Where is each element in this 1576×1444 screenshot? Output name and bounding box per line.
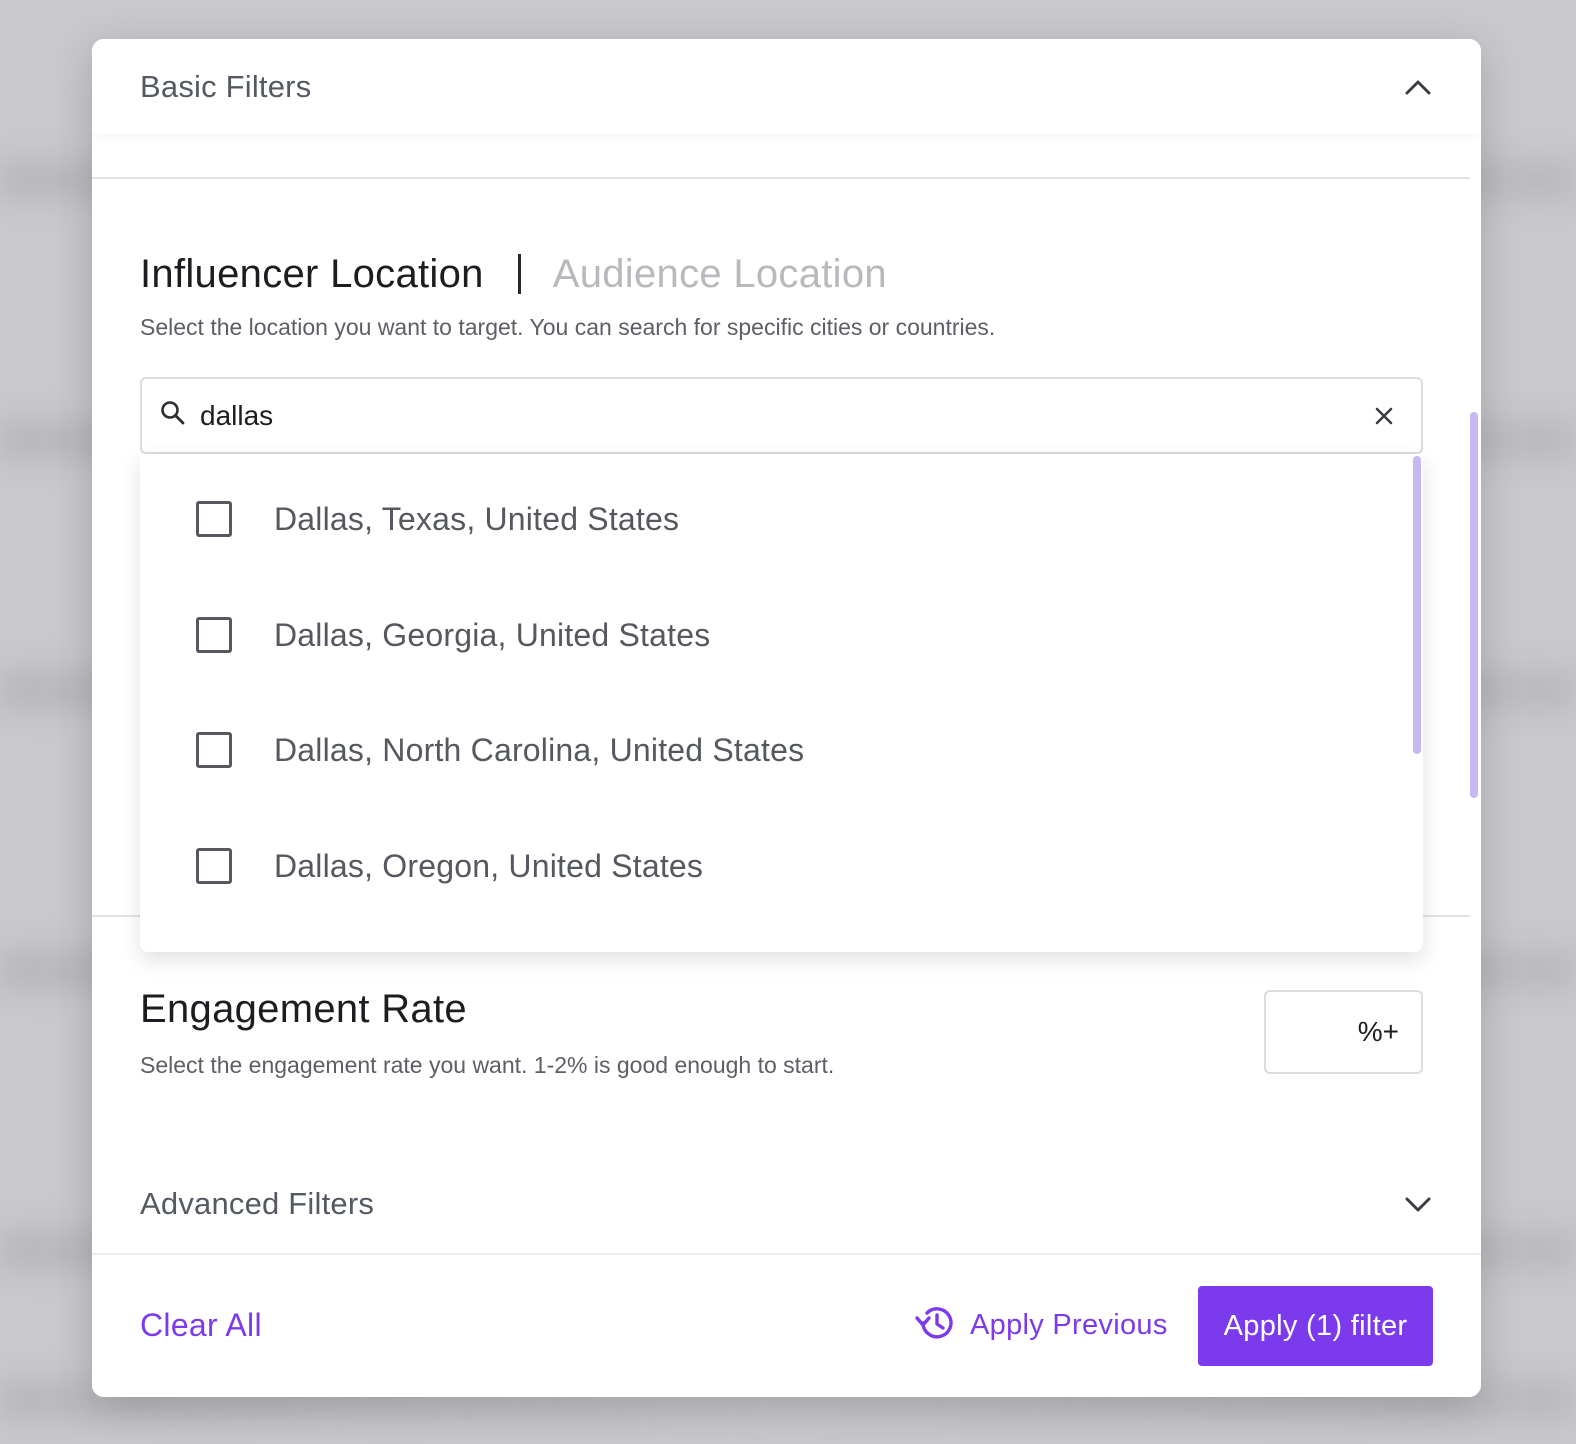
location-option-label: Dallas, North Carolina, United States [274,731,805,768]
basic-filters-header[interactable]: Basic Filters [92,39,1481,134]
filters-modal: Basic Filters Influencer Location Audien… [92,39,1481,1397]
history-icon [914,1303,958,1348]
location-dropdown: Dallas, Texas, United States Dallas, Geo… [140,454,1423,952]
apply-previous-label: Apply Previous [970,1309,1168,1341]
clear-all-button[interactable]: Clear All [140,1307,262,1344]
apply-previous-button[interactable]: Apply Previous [914,1303,1168,1348]
location-option[interactable]: Dallas, Oregon, United States [196,836,703,896]
apply-filter-button[interactable]: Apply (1) filter [1198,1286,1433,1366]
advanced-filters-title: Advanced Filters [140,1186,375,1221]
section-divider [92,177,1470,179]
location-option-label: Dallas, Oregon, United States [274,847,704,884]
search-icon [160,400,186,431]
location-option[interactable]: Dallas, North Carolina, United States [196,720,804,780]
checkbox[interactable] [196,732,232,768]
location-search-box [140,377,1423,454]
checkbox[interactable] [196,501,232,537]
location-tabs: Influencer Location Audience Location [140,249,887,299]
modal-scrollbar[interactable] [1470,412,1478,798]
basic-filters-title: Basic Filters [140,68,312,104]
location-option-label: Dallas, Texas, United States [274,500,680,537]
engagement-rate-title: Engagement Rate [140,987,467,1031]
chevron-up-icon[interactable] [1403,72,1433,102]
location-helper-text: Select the location you want to target. … [140,314,996,340]
tab-influencer-location[interactable]: Influencer Location [140,252,484,297]
dropdown-scrollbar[interactable] [1413,456,1421,754]
engagement-rate-suffix: %+ [1357,1016,1399,1047]
tab-audience-location[interactable]: Audience Location [553,252,887,297]
location-option[interactable]: Dallas, Texas, United States [196,489,679,549]
close-icon[interactable] [1369,401,1399,431]
checkbox[interactable] [196,617,232,653]
engagement-helper-text: Select the engagement rate you want. 1-2… [140,1052,835,1078]
chevron-down-icon[interactable] [1403,1189,1433,1219]
tab-separator [517,254,521,294]
advanced-filters-header[interactable]: Advanced Filters [92,1155,1481,1253]
modal-footer: Clear All Apply Previous Apply (1) filte… [92,1253,1481,1397]
location-option[interactable]: Dallas, Georgia, United States [196,605,710,665]
location-search-input[interactable] [200,399,1369,432]
location-option-label: Dallas, Georgia, United States [274,616,711,653]
engagement-rate-input[interactable]: %+ [1264,990,1423,1074]
checkbox[interactable] [196,848,232,884]
